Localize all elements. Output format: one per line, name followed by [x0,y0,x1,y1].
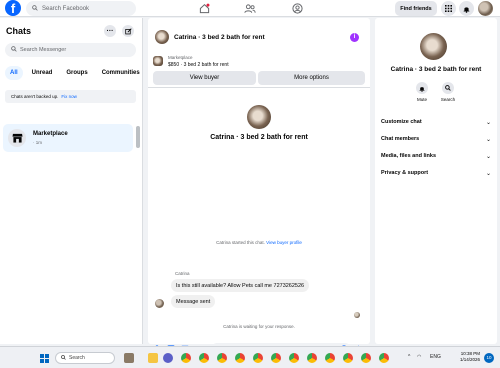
find-friends-button[interactable]: Find friends [395,1,437,16]
taskbar-search-placeholder: Search [69,355,85,361]
windows-start-icon[interactable] [40,354,49,363]
customize-chat-section[interactable]: Customize chat ⌄ [381,116,491,128]
conversation-details-panel: Catrina · 3 bed 2 bath for rent Mute Sea… [375,18,497,344]
message-bubble: Message sent [171,295,216,308]
menu-grid-icon[interactable] [441,1,456,16]
tab-unread[interactable]: Unread [27,66,58,80]
mute-label: Mute [416,97,427,102]
facebook-logo[interactable]: f [5,0,21,16]
teams-icon[interactable] [163,353,173,363]
chrome-icon[interactable] [325,353,335,363]
chrome-icon[interactable] [307,353,317,363]
conversation-title[interactable]: Catrina · 3 bed 2 bath for rent [174,34,265,41]
conversation-profile-avatar [247,105,271,129]
conversation-avatar[interactable] [155,30,169,44]
more-options-button[interactable]: More options [258,71,365,85]
section-label: Privacy & support [381,170,429,176]
marketplace-label: Marketplace [168,55,193,60]
search-label: Search [440,97,456,102]
top-navigation-bar: f Search Facebook Find friends [0,0,500,17]
chevron-down-icon: ⌄ [485,119,491,126]
marketplace-store-icon [8,129,26,147]
mute-button[interactable]: Mute [409,82,435,102]
chrome-icon[interactable] [379,353,389,363]
search-icon [442,82,454,94]
section-label: Media, files and links [381,153,437,159]
details-title: Catrina · 3 bed 2 bath for rent [390,66,482,73]
search-icon [32,4,38,13]
clock-date: 1/14/2026 [459,357,480,362]
chrome-icon[interactable] [289,353,299,363]
chrome-icon[interactable] [199,353,209,363]
notification-badge[interactable]: 10 [484,353,494,363]
privacy-support-section[interactable]: Privacy & support ⌄ [381,167,491,179]
tab-groups[interactable]: Groups [61,66,92,80]
section-label: Chat members [381,136,420,142]
sender-avatar [155,299,164,308]
fix-now-link[interactable]: Fix now [61,94,77,99]
conversation-panel: Catrina · 3 bed 2 bath for rent i Market… [148,18,370,355]
chrome-icon[interactable] [361,353,371,363]
tab-communities[interactable]: Communities [97,66,145,80]
chat-started-notice: Catrina started this chat. View buyer pr… [148,240,370,245]
chrome-icon[interactable] [253,353,263,363]
media-files-links-section[interactable]: Media, files and links ⌄ [381,150,491,162]
new-message-icon[interactable] [122,25,134,37]
seen-indicator [354,312,360,318]
chevron-down-icon: ⌄ [485,153,491,160]
chevron-down-icon: ⌄ [485,170,491,177]
sidebar-scrollbar[interactable] [136,126,140,148]
view-buyer-profile-link[interactable]: View buyer profile [266,240,302,245]
bell-icon [416,82,428,94]
search-in-conversation-button[interactable]: Search [435,82,461,102]
info-icon[interactable]: i [350,33,359,42]
friends-icon[interactable] [243,2,257,15]
tray-overflow-icon[interactable]: ^ [408,354,410,360]
chrome-icon[interactable] [235,353,245,363]
search-facebook-input[interactable]: Search Facebook [26,1,136,16]
backup-notice: Chats aren't backed up. Fix now [5,90,136,103]
search-messenger-input[interactable]: Search Messenger [5,43,136,57]
chat-members-section[interactable]: Chat members ⌄ [381,133,491,145]
home-icon[interactable] [197,2,211,15]
waiting-notice: Catrina is waiting for your response. [223,324,295,329]
conversation-header: Catrina · 3 bed 2 bath for rent i Market… [148,18,370,88]
tab-all[interactable]: All [5,66,23,80]
search-icon [11,46,17,54]
chevron-down-icon: ⌄ [485,136,491,143]
chat-started-text: Catrina started this chat. [216,240,265,245]
chrome-icon[interactable] [181,353,191,363]
taskbar-search-input[interactable]: Search [55,352,115,364]
taskbar-app-icon[interactable] [124,353,134,363]
more-options-icon[interactable]: ··· [104,25,116,37]
chat-filter-tabs: All Unread Groups Communities [5,66,145,80]
search-messenger-placeholder: Search Messenger [20,47,67,53]
section-label: Customize chat [381,119,422,125]
listing-thumbnail[interactable] [153,56,163,66]
chat-list-item[interactable]: Marketplace · 1m [3,124,133,152]
search-icon [61,354,66,362]
taskbar-clock[interactable]: 10:38 PM 1/14/2026 [440,351,480,363]
listing-detail[interactable]: $850 · 3 bed 2 bath for rent [168,62,229,68]
view-buyer-button[interactable]: View buyer [153,71,256,85]
notifications-bell-icon[interactable] [459,1,474,16]
windows-taskbar: Search ^ ◠ ENG 10:38 PM 1/14/2026 10 [0,346,500,368]
chrome-icon[interactable] [217,353,227,363]
profile-icon[interactable] [290,2,304,15]
backup-notice-text: Chats aren't backed up. [11,94,59,99]
chat-item-name: Marketplace [33,131,68,137]
chrome-icon[interactable] [271,353,281,363]
conversation-profile-title: Catrina · 3 bed 2 bath for rent [210,134,308,141]
details-avatar [420,33,447,60]
wifi-icon[interactable]: ◠ [417,354,421,360]
chats-sidebar: Chats ··· Search Messenger All Unread Gr… [0,18,143,344]
message-bubble: Is this still available? Allow Pets call… [171,279,310,292]
file-explorer-icon[interactable] [148,353,158,363]
chats-title: Chats [6,26,32,36]
chat-item-time: · 1m [33,140,42,145]
sender-name: Catrina [175,271,190,276]
search-facebook-placeholder: Search Facebook [42,5,90,12]
chrome-icon[interactable] [343,353,353,363]
account-avatar[interactable] [478,1,493,16]
